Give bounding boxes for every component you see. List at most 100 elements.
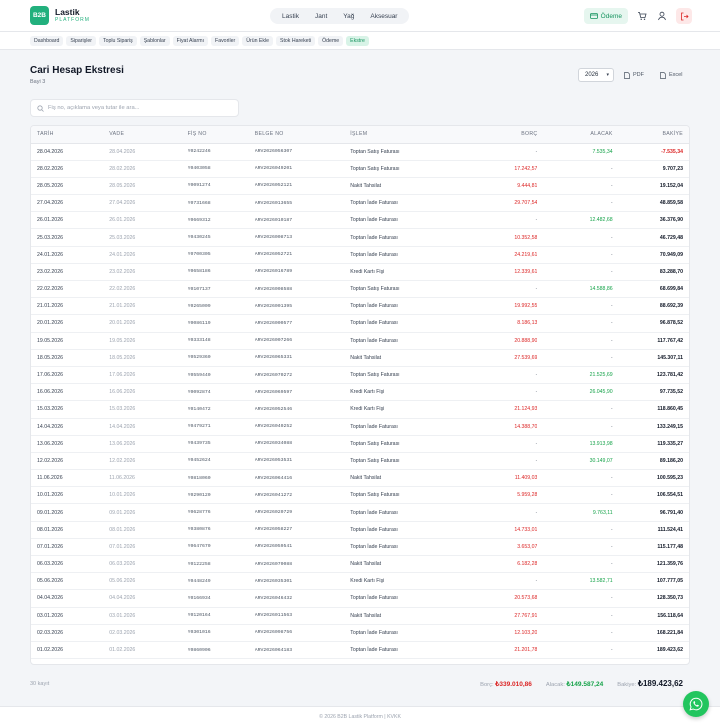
category-aksesuar[interactable]: Aksesuar	[362, 13, 405, 20]
table-row[interactable]: 20.01.2026 20.01.2026 Y0086119 ARV202600057…	[31, 314, 689, 333]
subnav-favorites[interactable]: Favoriler	[211, 35, 240, 46]
subnav-bulk-order[interactable]: Toplu Sipariş	[99, 35, 137, 46]
table-row[interactable]: 19.05.2026 19.05.2026 Y0333148 ARV202600726…	[31, 332, 689, 350]
cell-slip-no: Y0380876	[187, 521, 255, 539]
whatsapp-button[interactable]	[683, 691, 709, 717]
cell-credit: 14.588,86	[537, 280, 613, 299]
cell-document-no: ARV2026000577	[254, 314, 351, 333]
cell-transaction: Toptan İade Faturası	[350, 194, 452, 213]
cell-date: 13.06.2026	[31, 435, 110, 453]
search-input[interactable]	[48, 105, 228, 111]
cell-debit: 20.573,68	[451, 589, 538, 608]
cell-due: 10.01.2026	[109, 486, 188, 505]
cell-credit: -	[537, 194, 613, 213]
cell-due: 01.02.2026	[109, 641, 188, 660]
subnav-stock-movement[interactable]: Stok Hareketi	[276, 35, 316, 46]
table-row[interactable]: 03.01.2026 03.01.2026 Y0120164 ARV202601156…	[31, 607, 689, 625]
subnav-payment[interactable]: Ödeme	[318, 35, 344, 46]
table-row[interactable]: 27.04.2026 27.04.2026 Y0731668 ARV202601365…	[31, 194, 689, 213]
table-row[interactable]: 13.06.2026 13.06.2026 Y0439735 ARV202603408…	[31, 435, 689, 453]
subnav-statement[interactable]: Ekstre	[346, 35, 369, 46]
cell-slip-no: Y0091274	[187, 177, 255, 196]
export-pdf-button[interactable]: PDF	[624, 68, 644, 82]
table-row[interactable]: 22.02.2026 22.02.2026 Y0107137 ARV202600858…	[31, 280, 689, 299]
cell-debit: -	[451, 211, 538, 230]
cell-debit: 3.653,07	[451, 538, 538, 557]
cell-debit: 21.124,93	[451, 400, 538, 419]
table-row[interactable]: 23.02.2026 23.02.2026 Y0658186 ARV202601678…	[31, 263, 689, 282]
table-row[interactable]: 28.04.2026 28.04.2026 Y0242246 ARV202605630…	[31, 143, 689, 161]
table-row[interactable]: 28.02.2026 28.02.2026 Y0403058 ARV202604920…	[31, 160, 689, 178]
table-row[interactable]: 25.03.2026 25.03.2026 Y0430245 ARV202600871…	[31, 228, 689, 247]
cell-document-no: ARV2026010187	[254, 211, 351, 230]
cell-due: 06.03.2026	[109, 555, 188, 574]
cell-date: 04.04.2026	[31, 589, 110, 608]
cell-date: 21.01.2026	[31, 297, 110, 316]
brand-logo[interactable]: B2B	[30, 6, 49, 25]
table-row[interactable]: 14.04.2026 14.04.2026 Y0479271 ARV202604025…	[31, 418, 689, 436]
table-row[interactable]: 01.02.2026 01.02.2026 Y0860906 ARV202606418…	[31, 641, 689, 660]
cell-debit: -	[451, 503, 538, 522]
category-yag[interactable]: Yağ	[335, 13, 362, 20]
cell-document-no: ARV2026046432	[254, 589, 351, 608]
cell-transaction: Toptan İade Faturası	[350, 211, 452, 230]
table-row[interactable]: 02.03.2026 02.03.2026 Y0301016 ARV202609875…	[31, 624, 689, 642]
table-row[interactable]: 21.01.2026 21.01.2026 Y0265009 ARV202600139…	[31, 297, 689, 316]
export-excel-button[interactable]: Excel	[660, 68, 682, 82]
table-row[interactable]: 07.01.2026 07.01.2026 Y0647670 ARV202605954…	[31, 538, 689, 557]
totals-summary: Borç: ₺339.010,86 Alacak: ₺149.587,24 Ba…	[480, 679, 683, 688]
table-row[interactable]: 10.01.2026 10.01.2026 Y0290120 ARV202604127…	[31, 486, 689, 505]
cell-transaction: Nakit Tahsilat	[350, 607, 452, 625]
table-row[interactable]: 24.01.2026 24.01.2026 Y0700305 ARV202605272…	[31, 246, 689, 264]
subnav-price-alarm[interactable]: Fiyat Alarmı	[172, 35, 209, 46]
cell-due: 28.05.2026	[109, 177, 188, 196]
cell-slip-no: Y0628776	[187, 503, 255, 522]
cell-document-no: ARV2026034088	[254, 435, 351, 453]
cell-balance: 70.949,09	[612, 246, 689, 264]
cell-date: 05.06.2026	[31, 572, 110, 591]
cell-balance: 121.359,76	[612, 555, 689, 574]
cell-balance: 83.288,70	[612, 263, 689, 282]
table-row[interactable]: 06.03.2026 06.03.2026 Y0122258 ARV202607008…	[31, 555, 689, 574]
cell-document-no: ARV2026059541	[254, 538, 351, 557]
cell-date: 23.02.2026	[31, 263, 110, 282]
user-icon[interactable]	[656, 10, 668, 22]
cell-transaction: Toptan İade Faturası	[350, 297, 452, 316]
table-row[interactable]: 18.05.2026 18.05.2026 Y0529360 ARV202606533…	[31, 349, 689, 367]
table-row[interactable]: 09.01.2026 09.01.2026 Y0628776 ARV202602072…	[31, 503, 689, 522]
brand-name: Lastik	[55, 6, 80, 17]
table-row[interactable]: 08.01.2026 08.01.2026 Y0380876 ARV202605822…	[31, 521, 689, 539]
total-credit-label: Alacak:	[545, 682, 565, 688]
table-row[interactable]: 04.04.2026 04.04.2026 Y0166934 ARV202604643…	[31, 589, 689, 608]
table-row[interactable]: 05.06.2026 05.06.2026 Y0448249 ARV202603530…	[31, 572, 689, 591]
table-row[interactable]: 17.06.2026 17.06.2026 Y0559440 ARV202607027…	[31, 366, 689, 385]
subnav-templates[interactable]: Şablonlar	[139, 35, 170, 46]
cell-balance: 168.221,84	[612, 624, 689, 642]
table-row[interactable]: 11.06.2026 11.06.2026 Y0818060 ARV202606441…	[31, 469, 689, 488]
cell-date: 09.01.2026	[31, 503, 110, 522]
table-row[interactable]: 16.06.2026 16.06.2026 Y0092874 ARV202606959…	[31, 383, 689, 402]
table-row[interactable]: 26.01.2026 26.01.2026 Y0669312 ARV202601018…	[31, 211, 689, 230]
table-row[interactable]: 28.05.2026 28.05.2026 Y0091274 ARV202605212…	[31, 177, 689, 196]
table-row[interactable]: 12.02.2026 12.02.2026 Y0452624 ARV202605353…	[31, 452, 689, 471]
table-row[interactable]: 15.03.2026 15.03.2026 Y0140472 ARV202605254…	[31, 400, 689, 419]
cell-slip-no: Y0452624	[187, 452, 255, 471]
year-select[interactable]: 2026 ▾	[578, 68, 614, 82]
cell-document-no: ARV2026052121	[254, 177, 351, 196]
cell-document-no: ARV2026041272	[254, 486, 351, 505]
payment-button[interactable]: Ödeme	[583, 8, 628, 24]
category-jant[interactable]: Jant	[307, 13, 335, 20]
subnav-orders[interactable]: Siparişler	[66, 35, 97, 46]
cell-credit: -	[537, 418, 613, 436]
cell-credit: -	[537, 521, 613, 539]
brand[interactable]: Lastik PLATFORM	[55, 8, 90, 24]
subnav-add-product[interactable]: Ürün Ekle	[242, 35, 273, 46]
cell-date: 06.03.2026	[31, 555, 110, 574]
category-lastik[interactable]: Lastik	[274, 13, 307, 20]
logout-icon[interactable]	[676, 8, 692, 24]
cart-icon[interactable]	[636, 10, 648, 22]
cell-balance: 68.699,84	[612, 280, 689, 299]
subnav-dashboard[interactable]: Dashboard	[30, 35, 64, 46]
cell-balance: 36.376,90	[612, 211, 689, 230]
cell-document-no: ARV2026008713	[254, 228, 351, 247]
